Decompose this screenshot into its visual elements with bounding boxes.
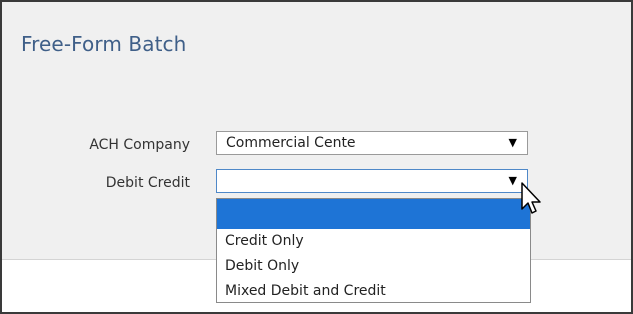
mouse-pointer-icon [521,182,541,214]
chevron-down-icon: ▼ [508,174,517,187]
dropdown-option-blank[interactable] [217,199,530,229]
dropdown-option-debit-only[interactable]: Debit Only [217,254,530,279]
ach-company-label: ACH Company [89,137,190,153]
chevron-down-icon: ▼ [508,136,517,149]
ach-company-select[interactable]: Commercial Cente ▼ [216,131,528,155]
page-title: Free-Form Batch [21,32,187,56]
debit-credit-select[interactable]: ▼ [216,169,528,193]
ach-company-value: Commercial Cente [226,135,356,151]
dropdown-option-mixed[interactable]: Mixed Debit and Credit [217,279,530,304]
dropdown-option-credit-only[interactable]: Credit Only [217,229,530,254]
debit-credit-dropdown-list: Credit Only Debit Only Mixed Debit and C… [216,198,531,303]
debit-credit-label: Debit Credit [105,175,190,191]
window-frame: Free-Form Batch ACH Company Commercial C… [0,0,633,314]
